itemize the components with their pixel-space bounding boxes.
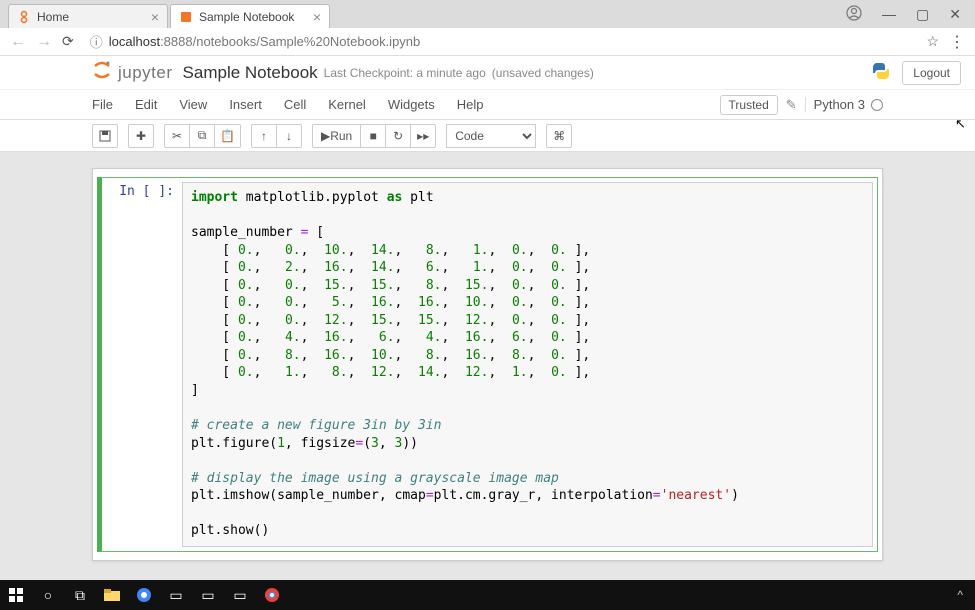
close-icon[interactable]: ×: [313, 9, 321, 25]
app-icon[interactable]: ▭: [196, 583, 220, 607]
copy-button[interactable]: ⧉: [189, 124, 215, 148]
toolbar: ✚ ✂ ⧉ 📋 ↑ ↓ ▶ Run ■ ↻ ▸▸ Code ⌘: [0, 120, 975, 152]
url-host: localhost: [109, 34, 160, 49]
start-icon[interactable]: [4, 583, 28, 607]
menu-kernel[interactable]: Kernel: [328, 97, 366, 112]
maximize-icon[interactable]: ▢: [916, 6, 929, 23]
menu-insert[interactable]: Insert: [229, 97, 262, 112]
kernel-name: Python 3: [814, 97, 865, 112]
tab-title: Home: [37, 10, 69, 24]
menu-view[interactable]: View: [179, 97, 207, 112]
notebook-header: jupyter Sample Notebook Last Checkpoint:…: [0, 56, 975, 90]
window-controls: — ▢ ✕: [846, 0, 975, 28]
menu-cell[interactable]: Cell: [284, 97, 306, 112]
pencil-icon[interactable]: ✎: [786, 97, 797, 113]
code-cell[interactable]: In [ ]: import matplotlib.pyplot as plt …: [97, 177, 878, 552]
menubar: File Edit View Insert Cell Kernel Widget…: [0, 90, 975, 120]
input-prompt: In [ ]:: [102, 178, 182, 551]
move-down-button[interactable]: ↓: [276, 124, 302, 148]
kernel-status-icon: [871, 99, 883, 111]
cut-button[interactable]: ✂: [164, 124, 190, 148]
menu-edit[interactable]: Edit: [135, 97, 157, 112]
restart-button[interactable]: ↻: [385, 124, 411, 148]
cell-type-select[interactable]: Code: [446, 124, 536, 148]
tray-arrow-icon[interactable]: ^: [957, 588, 971, 602]
app-icon[interactable]: ▭: [228, 583, 252, 607]
command-palette-button[interactable]: ⌘: [546, 124, 572, 148]
trusted-badge[interactable]: Trusted: [720, 95, 778, 115]
jupyter-logo-icon: [92, 60, 112, 85]
run-button[interactable]: ▶ Run: [312, 124, 361, 148]
address-bar: ← → ⟳ ⓘ localhost:8888/notebooks/Sample%…: [0, 28, 975, 56]
user-icon[interactable]: [846, 5, 862, 24]
chrome-running-icon[interactable]: [260, 583, 284, 607]
bookmark-icon[interactable]: ☆: [926, 33, 939, 50]
code-editor[interactable]: import matplotlib.pyplot as plt sample_n…: [182, 182, 873, 547]
taskbar: ○ ⧉ ▭ ▭ ▭ ^: [0, 580, 975, 610]
kernel-indicator[interactable]: Python 3: [805, 97, 883, 112]
browser-menu-icon[interactable]: ⋮: [949, 32, 965, 52]
notebook-favicon: [179, 10, 193, 24]
browser-tab-notebook[interactable]: Sample Notebook ×: [170, 4, 330, 28]
explorer-icon[interactable]: [100, 583, 124, 607]
close-window-icon[interactable]: ✕: [949, 6, 961, 23]
menu-widgets[interactable]: Widgets: [388, 97, 435, 112]
unsaved-text: (unsaved changes): [492, 66, 594, 80]
close-icon[interactable]: ×: [151, 9, 159, 25]
menu-file[interactable]: File: [92, 97, 113, 112]
url-port: :8888: [160, 34, 193, 49]
app-icon[interactable]: ▭: [164, 583, 188, 607]
minimize-icon[interactable]: —: [882, 6, 896, 22]
reload-icon[interactable]: ⟳: [62, 33, 74, 50]
menu-help[interactable]: Help: [457, 97, 484, 112]
notebook-inner: In [ ]: import matplotlib.pyplot as plt …: [92, 168, 883, 561]
tab-title: Sample Notebook: [199, 10, 294, 24]
logout-button[interactable]: Logout: [902, 61, 961, 85]
back-icon[interactable]: ←: [10, 33, 26, 51]
save-button[interactable]: [92, 124, 118, 148]
url-input[interactable]: ⓘ localhost:8888/notebooks/Sample%20Note…: [84, 31, 917, 53]
jupyter-logo[interactable]: jupyter: [92, 60, 173, 85]
checkpoint-text: Last Checkpoint: a minute ago: [324, 66, 486, 80]
chrome-icon[interactable]: [132, 583, 156, 607]
forward-icon[interactable]: →: [36, 33, 52, 51]
move-up-button[interactable]: ↑: [251, 124, 277, 148]
add-cell-button[interactable]: ✚: [128, 124, 154, 148]
paste-button[interactable]: 📋: [214, 124, 241, 148]
info-icon[interactable]: ⓘ: [90, 32, 103, 51]
jupyter-favicon: [17, 10, 31, 24]
python-logo-icon: [870, 60, 892, 85]
notebook-container: In [ ]: import matplotlib.pyplot as plt …: [0, 152, 975, 577]
interrupt-button[interactable]: ■: [360, 124, 386, 148]
url-path: /notebooks/Sample%20Notebook.ipynb: [193, 34, 421, 49]
cortana-icon[interactable]: ○: [36, 583, 60, 607]
browser-tab-home[interactable]: Home ×: [8, 4, 168, 28]
restart-run-all-button[interactable]: ▸▸: [410, 124, 436, 148]
jupyter-logo-text: jupyter: [118, 63, 173, 83]
notebook-name[interactable]: Sample Notebook: [183, 63, 318, 83]
task-view-icon[interactable]: ⧉: [68, 583, 92, 607]
browser-tab-strip: Home × Sample Notebook × — ▢ ✕: [0, 0, 975, 28]
